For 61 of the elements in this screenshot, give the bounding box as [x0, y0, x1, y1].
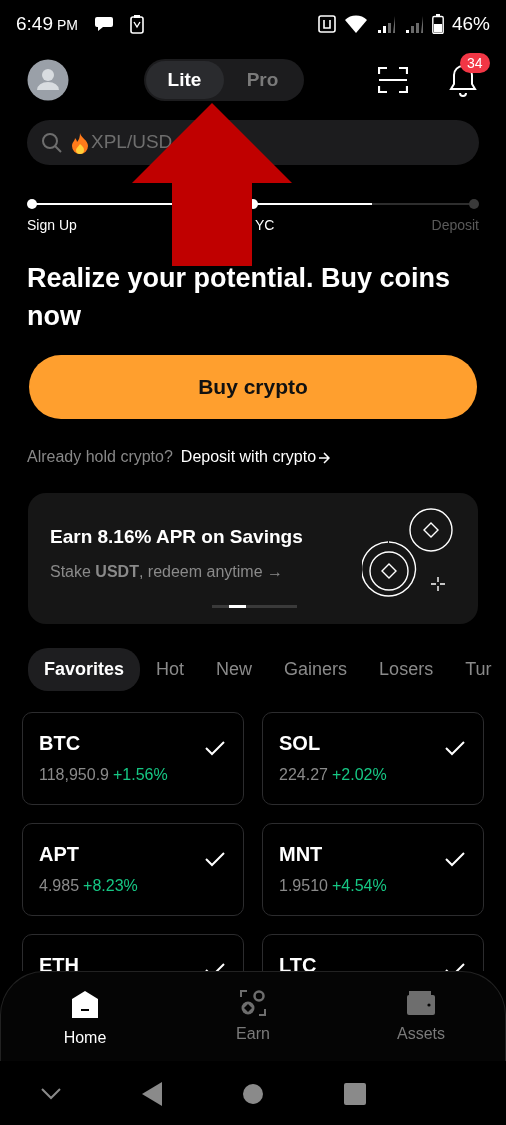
nav-tab[interactable]: Assets: [371, 972, 471, 1061]
price-change: +2.02%: [331, 765, 387, 785]
avatar[interactable]: [27, 59, 69, 101]
market-tab[interactable]: Gainers: [268, 648, 364, 691]
step-label: Sign Up: [27, 216, 77, 235]
chevron-down-icon[interactable]: [40, 1087, 61, 1100]
nav-tab[interactable]: Earn: [203, 972, 303, 1061]
mode-tab[interactable]: Lite: [145, 61, 224, 99]
checkmark-icon[interactable]: [205, 739, 225, 756]
battery-icon: [431, 14, 444, 34]
home-button-icon[interactable]: [242, 1083, 263, 1104]
market-tab[interactable]: Favorites: [28, 648, 141, 691]
checkmark-icon[interactable]: [445, 739, 465, 756]
market-tab[interactable]: Hot: [140, 648, 201, 691]
price-change: +8.23%: [83, 876, 138, 896]
headline: Realize your potential. Buy coins now: [27, 262, 452, 333]
deposit-link[interactable]: Deposit with crypto: [180, 445, 331, 469]
nav-tab[interactable]: Home: [35, 972, 135, 1061]
checkmark-icon[interactable]: [445, 850, 465, 867]
status-time: 6:49 PM: [16, 11, 78, 36]
coin-card[interactable]: APT 4.985 +8.23%: [22, 823, 244, 916]
price-change: +1.56%: [113, 765, 168, 785]
coin-card[interactable]: SOL 224.27 +2.02%: [262, 712, 484, 805]
promo-subtitle: Stake USDT, redeem anytime →: [50, 561, 284, 582]
step-label: YC: [255, 216, 275, 235]
coin-symbol: APT: [39, 844, 79, 864]
wifi-icon: [343, 14, 368, 34]
coin-symbol: BTC: [39, 733, 81, 753]
price-change: +4.54%: [331, 876, 387, 896]
deposit-prompt: Already hold crypto?: [27, 447, 173, 467]
checkmark-icon[interactable]: [205, 850, 225, 867]
arrow-right-icon: [318, 451, 331, 464]
search-icon: [41, 131, 63, 154]
promo-title: Earn 8.16% APR on Savings: [50, 525, 304, 549]
earn-icon: [240, 990, 266, 1016]
market-tab[interactable]: New: [200, 648, 269, 691]
promo-card[interactable]: Earn 8.16% APR on Savings Stake USDT, redeem anytime →: [28, 493, 478, 624]
coin-card[interactable]: MNT 1.9510 +4.54%: [262, 823, 484, 916]
coin-price: 118,950.9: [39, 765, 109, 785]
coin-card[interactable]: BTC 118,950.9 +1.56%: [22, 712, 244, 805]
coin-symbol: MNT: [279, 844, 323, 864]
back-icon[interactable]: [141, 1081, 162, 1106]
coin-price: 4.985: [39, 876, 80, 896]
wallet-icon: [406, 990, 436, 1016]
mode-tab[interactable]: Pro: [223, 61, 302, 99]
step-label: Deposit: [431, 216, 479, 235]
notification-badge: 34: [460, 53, 490, 73]
coin-symbol: SOL: [279, 733, 321, 753]
nfc-icon: [317, 15, 336, 33]
market-tab[interactable]: Losers: [363, 648, 450, 691]
coin-price: 1.9510: [279, 876, 328, 896]
home-icon: [71, 990, 99, 1020]
chat-icon: [94, 15, 114, 33]
buy-crypto-button[interactable]: Buy crypto: [29, 355, 477, 419]
coin-price: 224.27: [279, 765, 328, 785]
flame-icon: [71, 131, 89, 154]
market-tab[interactable]: Tur: [449, 648, 506, 691]
battery-level: 46%: [451, 11, 490, 36]
app-icon: [130, 14, 144, 34]
recents-icon[interactable]: [343, 1082, 366, 1105]
scan-icon[interactable]: [378, 66, 408, 94]
